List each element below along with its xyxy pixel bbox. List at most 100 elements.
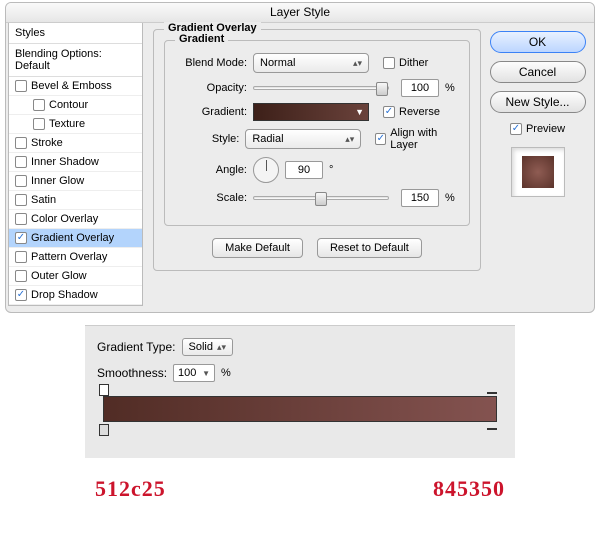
gradient-overlay-fieldset: Gradient Overlay Gradient Blend Mode: No… [153, 29, 481, 271]
sidebar-item-bevel-emboss[interactable]: Bevel & Emboss [9, 77, 142, 96]
sidebar-item-checkbox[interactable] [15, 213, 27, 225]
sidebar-item-label: Color Overlay [31, 213, 98, 225]
angle-dial[interactable] [253, 157, 279, 183]
sidebar-item-label: Inner Glow [31, 175, 84, 187]
dialog-title: Layer Style [6, 3, 594, 23]
dither-checkbox[interactable] [383, 57, 395, 69]
sidebar-item-checkbox[interactable] [15, 80, 27, 92]
sidebar-item-label: Outer Glow [31, 270, 87, 282]
reset-default-button[interactable]: Reset to Default [317, 238, 422, 258]
style-label: Style: [175, 133, 239, 145]
hex-right: 845350 [433, 476, 505, 502]
gradient-type-value: Solid [189, 341, 213, 353]
style-value: Radial [252, 133, 283, 145]
gradient-label: Gradient: [175, 106, 247, 118]
scale-input[interactable]: 150 [401, 189, 439, 207]
blend-mode-value: Normal [260, 57, 295, 69]
sidebar-item-label: Inner Shadow [31, 156, 99, 168]
color-stop-right[interactable] [491, 420, 501, 436]
sidebar-item-color-overlay[interactable]: Color Overlay [9, 210, 142, 229]
percent-label: % [445, 192, 459, 204]
scale-label: Scale: [175, 192, 247, 204]
style-select[interactable]: Radial ▴▾ [245, 129, 361, 149]
sidebar-item-gradient-overlay[interactable]: Gradient Overlay [9, 229, 142, 248]
settings-panel: Gradient Overlay Gradient Blend Mode: No… [143, 23, 489, 312]
sidebar-item-label: Pattern Overlay [31, 251, 107, 263]
blend-mode-label: Blend Mode: [175, 57, 247, 69]
make-default-button[interactable]: Make Default [212, 238, 303, 258]
scale-slider[interactable] [253, 196, 389, 200]
chevron-down-icon: ▼ [355, 107, 364, 117]
degree-label: ° [329, 164, 333, 176]
sidebar-item-checkbox[interactable] [33, 118, 45, 130]
align-label: Align with Layer [390, 127, 459, 151]
sidebar-item-checkbox[interactable] [15, 137, 27, 149]
color-stop-left[interactable] [99, 424, 109, 436]
gradient-swatch[interactable]: ▼ [253, 103, 369, 121]
sidebar-item-outer-glow[interactable]: Outer Glow [9, 267, 142, 286]
gradient-fieldset: Gradient Blend Mode: Normal ▴▾ Dither [164, 40, 470, 226]
sidebar-item-checkbox[interactable] [33, 99, 45, 111]
sidebar-item-label: Texture [49, 118, 85, 130]
gradient-type-select[interactable]: Solid ▴▾ [182, 338, 234, 356]
sidebar-item-inner-shadow[interactable]: Inner Shadow [9, 153, 142, 172]
new-style-button[interactable]: New Style... [490, 91, 586, 113]
opacity-label: Opacity: [175, 82, 247, 94]
updown-icon: ▴▾ [353, 59, 362, 68]
percent-label: % [445, 82, 459, 94]
sidebar-item-checkbox[interactable] [15, 232, 27, 244]
sidebar-item-drop-shadow[interactable]: Drop Shadow [9, 286, 142, 305]
opacity-slider[interactable] [253, 86, 389, 90]
sidebar-item-pattern-overlay[interactable]: Pattern Overlay [9, 248, 142, 267]
sidebar-item-checkbox[interactable] [15, 156, 27, 168]
sidebar-item-contour[interactable]: Contour [9, 96, 142, 115]
preview-swatch [511, 147, 565, 197]
angle-input[interactable]: 90 [285, 161, 323, 179]
align-checkbox[interactable] [375, 133, 386, 145]
blend-mode-select[interactable]: Normal ▴▾ [253, 53, 369, 73]
smoothness-value: 100 [178, 367, 196, 379]
sidebar-header-styles[interactable]: Styles [9, 23, 142, 44]
styles-sidebar: Styles Blending Options: Default Bevel &… [8, 23, 143, 306]
percent-label: % [221, 367, 231, 379]
sidebar-item-checkbox[interactable] [15, 270, 27, 282]
gradient-editor: Gradient Type: Solid ▴▾ Smoothness: 100 … [85, 325, 515, 458]
angle-label: Angle: [175, 164, 247, 176]
opacity-stop-right[interactable] [491, 384, 501, 400]
ok-button[interactable]: OK [490, 31, 586, 53]
sidebar-item-label: Stroke [31, 137, 63, 149]
layer-style-dialog: Layer Style Styles Blending Options: Def… [5, 2, 595, 313]
sidebar-item-inner-glow[interactable]: Inner Glow [9, 172, 142, 191]
smoothness-input[interactable]: 100 ▼ [173, 364, 215, 382]
reverse-label: Reverse [399, 106, 440, 118]
sidebar-item-label: Bevel & Emboss [31, 80, 112, 92]
gradient-type-label: Gradient Type: [97, 340, 176, 354]
updown-icon: ▴▾ [345, 135, 354, 144]
preview-label: Preview [526, 123, 565, 135]
gradient-ramp[interactable] [103, 396, 497, 422]
sidebar-item-label: Satin [31, 194, 56, 206]
sidebar-item-checkbox[interactable] [15, 251, 27, 263]
sidebar-item-satin[interactable]: Satin [9, 191, 142, 210]
cancel-button[interactable]: Cancel [490, 61, 586, 83]
opacity-input[interactable]: 100 [401, 79, 439, 97]
sidebar-item-checkbox[interactable] [15, 289, 27, 301]
fieldset-legend-inner: Gradient [175, 33, 228, 45]
smoothness-label: Smoothness: [97, 366, 167, 380]
sidebar-item-label: Gradient Overlay [31, 232, 114, 244]
sidebar-item-label: Contour [49, 99, 88, 111]
sidebar-item-checkbox[interactable] [15, 194, 27, 206]
chevron-down-icon: ▼ [202, 369, 210, 378]
updown-icon: ▴▾ [217, 342, 226, 353]
hex-left: 512c25 [95, 476, 166, 502]
sidebar-item-stroke[interactable]: Stroke [9, 134, 142, 153]
reverse-checkbox[interactable] [383, 106, 395, 118]
opacity-stop-left[interactable] [99, 384, 109, 396]
dialog-actions: OK Cancel New Style... Preview [489, 23, 594, 312]
sidebar-item-texture[interactable]: Texture [9, 115, 142, 134]
sidebar-header-blending[interactable]: Blending Options: Default [9, 44, 142, 77]
dither-label: Dither [399, 57, 428, 69]
preview-checkbox[interactable] [510, 123, 522, 135]
sidebar-item-checkbox[interactable] [15, 175, 27, 187]
sidebar-item-label: Drop Shadow [31, 289, 98, 301]
